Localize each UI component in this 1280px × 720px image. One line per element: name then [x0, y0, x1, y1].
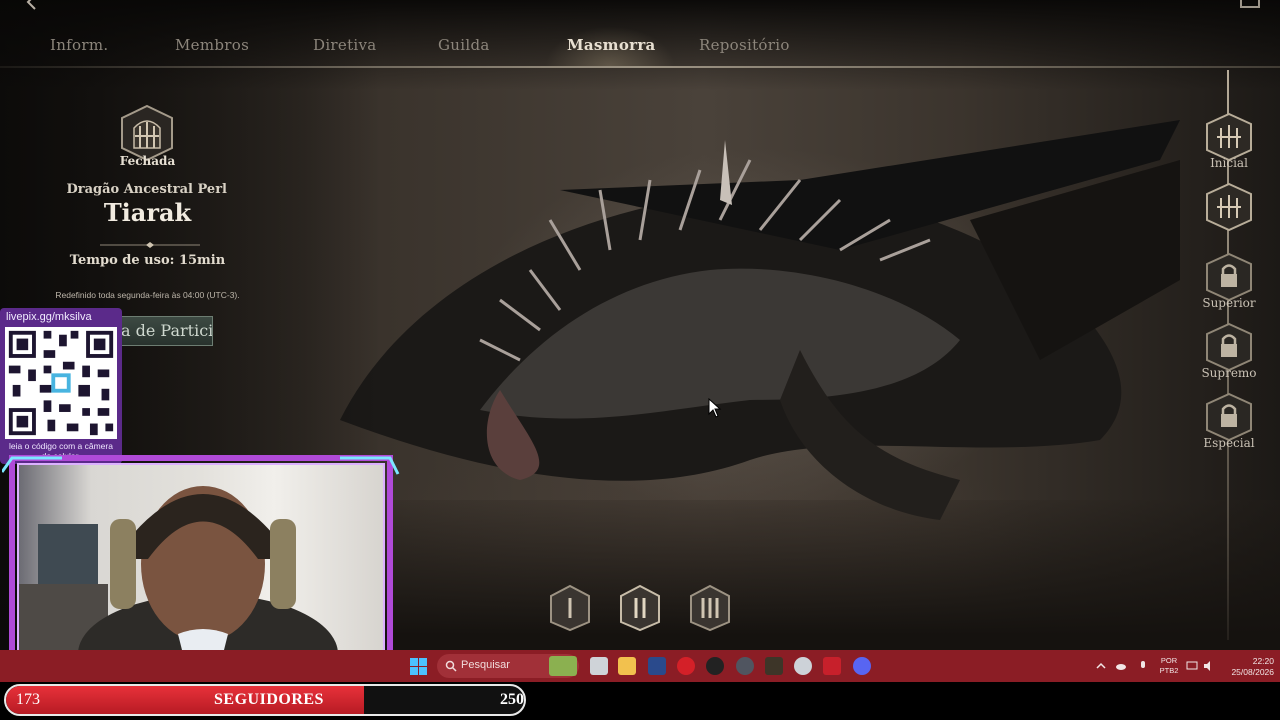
microphone-icon[interactable] [1137, 660, 1149, 672]
tray-expand-icon[interactable] [1095, 660, 1107, 672]
shield-app-icon[interactable] [648, 657, 666, 675]
follower-progress-bar: 173 SEGUIDORES 250 [4, 684, 526, 716]
livepix-qr-overlay: livepix.gg/mksilva leia o código com a c… [0, 308, 122, 464]
menu-window-icon[interactable] [1240, 0, 1260, 8]
guild-nav-bar: Inform. Membros Diretiva Guilda Masmorra… [0, 0, 1280, 70]
difficulty-label: Supremo [1201, 366, 1257, 380]
tab-inform[interactable]: Inform. [50, 36, 108, 54]
nav-divider [0, 66, 1280, 68]
stage-3-gate-icon[interactable] [689, 584, 731, 632]
lock-icon [1206, 252, 1252, 302]
tab-diretiva[interactable]: Diretiva [313, 36, 377, 54]
webcam-neon-frame [2, 455, 400, 673]
lang-code: POR [1160, 656, 1178, 665]
qr-code-image [5, 327, 117, 439]
clock-time: 22:20 [1252, 656, 1274, 666]
taskbar-search[interactable]: Pesquisar [437, 654, 579, 678]
volume-icon[interactable] [1203, 660, 1215, 672]
ccleaner-icon[interactable] [794, 657, 812, 675]
follower-goal-overlay: 173 SEGUIDORES 250 [0, 682, 1280, 720]
boss-subtitle: Dragão Ancestral Perl [66, 182, 227, 197]
dungeon-status: Fechada [119, 154, 176, 168]
difficulty-second[interactable] [1200, 182, 1258, 232]
file-explorer-icon[interactable] [618, 657, 636, 675]
clock[interactable]: 22:20 25/08/2026 [1222, 656, 1274, 678]
webcam-overlay [2, 452, 400, 680]
usage-time: Tempo de uso: 15min [69, 253, 226, 268]
clock-date: 25/08/2026 [1231, 667, 1274, 677]
back-arrow-icon[interactable] [24, 0, 40, 10]
difficulty-inicial[interactable]: Inicial [1200, 112, 1258, 170]
app-grid-icon[interactable] [823, 657, 841, 675]
keyboard-layout: PTB2 [1159, 666, 1179, 675]
boss-name: Tiarak [103, 198, 192, 227]
search-placeholder: Pesquisar [461, 659, 510, 671]
tab-masmorra[interactable]: Masmorra [567, 36, 656, 54]
gate-icon [1206, 182, 1252, 232]
difficulty-label: Especial [1203, 436, 1255, 450]
difficulty-label: Inicial [1210, 156, 1248, 170]
tab-guilda[interactable]: Guilda [438, 36, 490, 54]
chrome-like-icon[interactable] [736, 657, 754, 675]
mouse-cursor-icon [708, 398, 722, 418]
reset-note: Redefinido toda segunda-feira às 04:00 (… [55, 290, 240, 300]
difficulty-supremo[interactable]: Supremo [1200, 322, 1258, 380]
windows-start-icon[interactable] [410, 658, 427, 675]
join-dungeon-button[interactable]: a de Partici [120, 316, 213, 346]
game-launcher-icon[interactable] [765, 657, 783, 675]
search-icon [445, 660, 457, 672]
qr-url: livepix.gg/mksilva [6, 311, 92, 323]
cloud-icon[interactable] [1115, 660, 1127, 672]
follower-label: SEGUIDORES [214, 691, 324, 708]
difficulty-especial[interactable]: Especial [1200, 392, 1258, 450]
gate-icon [1206, 112, 1252, 162]
input-language[interactable]: POR PTB2 [1158, 656, 1180, 676]
tab-repositorio[interactable]: Repositório [699, 36, 790, 54]
lock-icon [1206, 392, 1252, 442]
obs-icon[interactable] [706, 657, 724, 675]
stage-1-gate-icon[interactable] [549, 584, 591, 632]
tab-membros[interactable]: Membros [175, 36, 249, 54]
opera-icon[interactable] [677, 657, 695, 675]
lock-icon [1206, 322, 1252, 372]
difficulty-label: Superior [1202, 296, 1256, 310]
task-view-icon[interactable] [590, 657, 608, 675]
difficulty-superior[interactable]: Superior [1200, 252, 1258, 310]
network-icon[interactable] [1186, 660, 1198, 672]
follower-goal: 250 [500, 691, 524, 708]
ornament-divider [100, 242, 200, 248]
windows-taskbar: Pesquisar POR PTB2 22:20 25/08/2026 [0, 650, 1280, 682]
dragon-boss-illustration [340, 120, 1180, 520]
search-highlight-image [549, 656, 577, 676]
stage-2-gate-icon[interactable] [619, 584, 661, 632]
discord-icon[interactable] [853, 657, 871, 675]
